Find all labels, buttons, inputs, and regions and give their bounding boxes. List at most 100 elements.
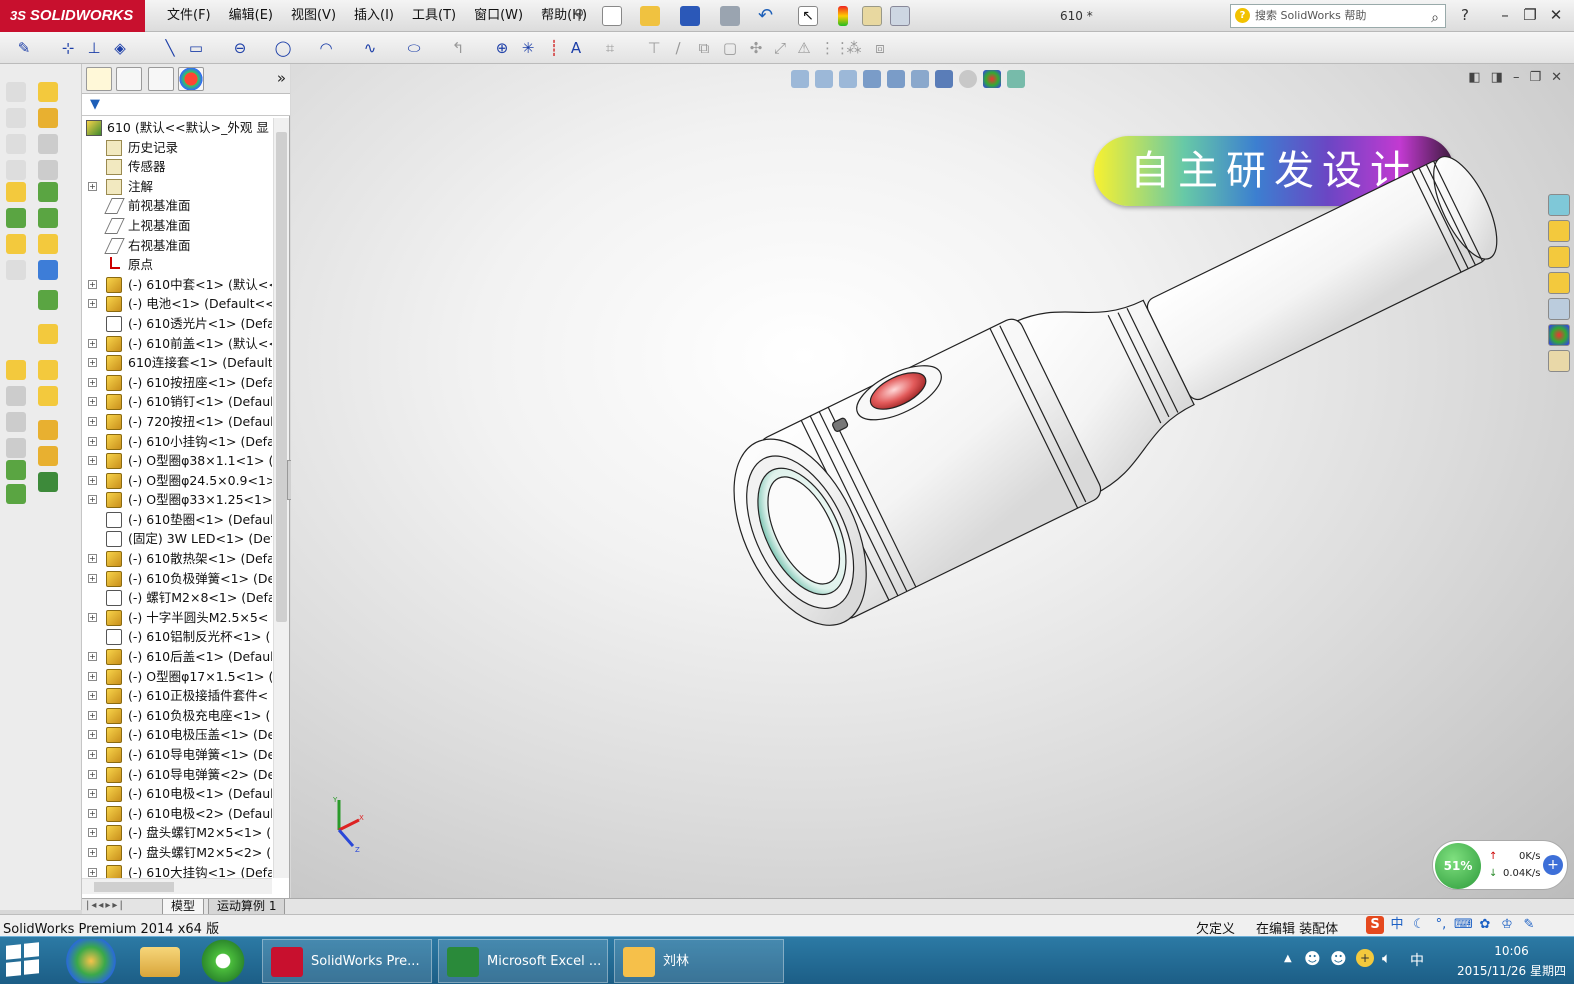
repair-sketch-icon[interactable]: ◈ xyxy=(110,38,130,58)
expand-toggle-icon[interactable]: + xyxy=(88,828,97,838)
tree-node[interactable]: (-) 螺钉M2×8<1> (Defa xyxy=(82,588,272,608)
solidworks-resources-icon[interactable] xyxy=(1548,194,1570,216)
centerline-icon[interactable]: ┊ xyxy=(544,38,564,58)
save-icon[interactable] xyxy=(680,6,700,26)
print-icon[interactable] xyxy=(720,6,740,26)
help-icon[interactable]: ? xyxy=(1455,6,1475,24)
keyboard-icon[interactable]: ⌨ xyxy=(1454,916,1473,934)
expand-toggle-icon[interactable]: + xyxy=(88,299,97,309)
custom-properties-icon[interactable] xyxy=(1548,350,1570,372)
tree-node[interactable]: + (-) 十字半圆头M2.5×5< xyxy=(82,608,272,628)
tree-node[interactable]: + (-) 610后盖<1> (Defaul xyxy=(82,647,272,667)
curves-icon[interactable] xyxy=(6,460,26,480)
filter-icon[interactable]: ▼ xyxy=(90,97,100,112)
tree-node[interactable]: + (-) 610正极接插件套件< xyxy=(82,686,272,706)
measure-icon[interactable] xyxy=(38,360,58,380)
undo-icon[interactable]: ↶ xyxy=(758,6,778,26)
scroll-thumb[interactable] xyxy=(94,882,174,892)
appearances-icon[interactable] xyxy=(1548,324,1570,346)
expand-toggle-icon[interactable]: + xyxy=(88,730,97,740)
taskbar-folder[interactable]: 刘林 xyxy=(614,939,784,983)
menu-item[interactable]: 工具(T) xyxy=(403,0,465,32)
expand-toggle-icon[interactable]: + xyxy=(88,338,97,348)
expand-toggle-icon[interactable]: + xyxy=(88,573,97,583)
bill-of-materials-icon[interactable] xyxy=(38,260,58,280)
section-icon[interactable] xyxy=(38,420,58,440)
tree-node[interactable]: 610 (默认<<默认>_外观 显 xyxy=(82,118,272,138)
expand-toggle-icon[interactable]: + xyxy=(88,710,97,720)
reference-geometry-icon[interactable] xyxy=(38,472,58,492)
convert-entities-icon[interactable]: ⊤ xyxy=(644,38,664,58)
tab-feature-manager[interactable] xyxy=(86,67,112,91)
qq2-icon[interactable]: ☻ xyxy=(1330,949,1347,968)
instant3d-icon[interactable] xyxy=(6,484,26,504)
fillet-icon[interactable]: ↰ xyxy=(448,38,468,58)
design-library-icon[interactable] xyxy=(1548,220,1570,242)
expand-toggle-icon[interactable]: + xyxy=(88,377,97,387)
expand-toggle-icon[interactable]: + xyxy=(88,475,97,485)
tab-scroll-arrows[interactable]: |◂◂▸▸| xyxy=(86,900,125,911)
point-icon[interactable]: ✳ xyxy=(518,38,538,58)
tree-node[interactable]: 传感器 xyxy=(82,157,272,177)
tree-filter[interactable]: ▼ xyxy=(82,94,290,116)
tree-node[interactable]: 右视基准面 xyxy=(82,236,272,256)
tree-node[interactable]: + (-) 720按扭<1> (Defaul xyxy=(82,412,272,432)
clock[interactable]: 10:06 2015/11/26 星期四 xyxy=(1457,941,1566,981)
tree-node[interactable]: + (-) 610散热架<1> (Defa xyxy=(82,549,272,569)
tree-node[interactable]: + (-) 610销钉<1> (Defaul xyxy=(82,392,272,412)
assembly-tool-4-icon[interactable] xyxy=(6,160,26,180)
hole-icon[interactable] xyxy=(6,360,26,380)
graphics-area[interactable]: ◧ ◨ – ❐ ✕ 自主研发设计 Y X Z xyxy=(291,64,1574,898)
move-icon[interactable]: ▢ xyxy=(720,38,740,58)
menu-item[interactable]: 帮助(H) xyxy=(532,0,596,32)
scroll-thumb[interactable] xyxy=(276,132,287,622)
expand-toggle-icon[interactable]: + xyxy=(88,436,97,446)
open-folder-icon[interactable] xyxy=(640,6,660,26)
assembly-tool-3-icon[interactable] xyxy=(6,134,26,154)
expand-toggle-icon[interactable]: + xyxy=(88,358,97,368)
tab-configuration-manager[interactable] xyxy=(148,67,174,91)
tree-node[interactable]: + (-) 电池<1> (Default<< xyxy=(82,294,272,314)
quick-snaps-icon[interactable]: ⧈ xyxy=(870,38,890,58)
expand-toggle-icon[interactable]: + xyxy=(88,612,97,622)
pin-icon[interactable]: ⚲ xyxy=(574,7,584,23)
ime-chinese-mode[interactable]: 中 xyxy=(1388,916,1406,934)
new-document-icon[interactable] xyxy=(602,6,622,26)
browser-taskbar-icon[interactable] xyxy=(196,939,250,983)
linear-component-pattern-icon[interactable] xyxy=(38,182,58,202)
close-button[interactable]: ✕ xyxy=(1546,6,1566,24)
tree-node[interactable]: + (-) O型圈φ17×1.5<1> ( xyxy=(82,667,272,687)
accelerate-icon[interactable]: + xyxy=(1543,855,1563,875)
linear-pattern-icon[interactable]: ⋮⋮ xyxy=(820,38,850,58)
extrude-icon[interactable] xyxy=(6,182,26,202)
revolve-icon[interactable] xyxy=(6,208,26,228)
stretch-icon[interactable]: ⚠ xyxy=(794,38,814,58)
expand-toggle-icon[interactable]: + xyxy=(88,750,97,759)
expand-toggle-icon[interactable]: + xyxy=(88,456,97,466)
minimize-button[interactable]: – xyxy=(1495,6,1515,24)
view-palette-icon[interactable] xyxy=(1548,298,1570,320)
rotate-icon[interactable]: ✣ xyxy=(746,38,766,58)
expand-toggle-icon[interactable]: + xyxy=(88,279,97,289)
circular-pattern-icon[interactable]: ⁂ xyxy=(844,38,864,58)
qq-icon[interactable]: ☻ xyxy=(1304,949,1321,968)
taskbar-excel[interactable]: Microsoft Excel ... xyxy=(438,939,608,983)
smart-fasteners-icon[interactable] xyxy=(38,208,58,228)
tree-node[interactable]: 前视基准面 xyxy=(82,196,272,216)
menu-item[interactable]: 文件(F) xyxy=(158,0,220,32)
tree-node[interactable]: + (-) O型圈φ38×1.1<1> ( xyxy=(82,451,272,471)
solidworks-logo[interactable]: 3S SOLIDWORKS xyxy=(0,0,145,32)
shell-icon[interactable] xyxy=(6,438,26,458)
tree-node[interactable]: + (-) 610电极压盖<1> (De xyxy=(82,725,272,745)
tree-node[interactable]: + (-) 610按扭座<1> (Defa xyxy=(82,373,272,393)
rib-icon[interactable] xyxy=(6,412,26,432)
assembly-tool-2-icon[interactable] xyxy=(6,108,26,128)
tree-node[interactable]: (固定) 3W LED<1> (Def xyxy=(82,529,272,549)
tab-model[interactable]: 模型 xyxy=(162,899,205,915)
expand-toggle-icon[interactable]: + xyxy=(88,867,97,877)
tree-node[interactable]: 历史记录 xyxy=(82,138,272,158)
tree-node[interactable]: + (-) 610电极<1> (Defaul xyxy=(82,784,272,804)
folder-icon[interactable] xyxy=(1548,272,1570,294)
sweep-icon[interactable] xyxy=(6,234,26,254)
file-properties-icon[interactable] xyxy=(862,6,882,26)
